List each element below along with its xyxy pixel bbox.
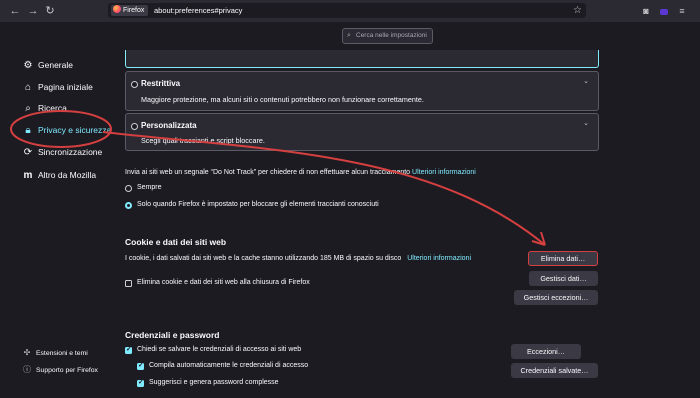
- firefox-logo-icon: [113, 5, 121, 13]
- sidebar-item-mozilla[interactable]: m Altro da Mozilla: [22, 168, 97, 182]
- cookies-usage-text: I cookie, i dati salvati dai siti web e …: [125, 255, 402, 262]
- identity-box[interactable]: Firefox: [111, 5, 149, 16]
- custom-title: Personalizzata: [141, 121, 197, 130]
- sidebar-item-label: Privacy e sicurezza: [38, 125, 112, 135]
- saved-logins-button[interactable]: Credenziali salvate…: [511, 363, 598, 378]
- strict-title: Restrittiva: [141, 79, 181, 88]
- sidebar-item-search[interactable]: ⌕ Ricerca: [22, 101, 67, 115]
- manage-exceptions-button[interactable]: Gestisci eccezioni…: [514, 290, 598, 305]
- ask-save-label: Chiedi se salvare le credenziali di acce…: [137, 346, 302, 353]
- autofill-label: Compila automaticamente le credenziali d…: [149, 362, 309, 369]
- search-icon: ⌕: [25, 103, 31, 114]
- sync-icon: ⟳: [23, 147, 33, 158]
- logins-heading: Credenziali e password: [125, 330, 220, 340]
- arrow-right-icon[interactable]: →: [26, 4, 40, 18]
- sidebar-footer-extensions[interactable]: ✣ Estensioni e temi: [22, 347, 88, 359]
- sidebar-item-home[interactable]: ⌂ Pagina iniziale: [22, 80, 93, 94]
- sidebar-footer-support[interactable]: ⓘ Supporto per Firefox: [22, 364, 98, 376]
- lock-icon: 🔒︎: [25, 125, 31, 136]
- strict-description: Maggiore protezione, ma alcuni siti o co…: [141, 95, 424, 104]
- dnt-description: Invia ai siti web un segnale “Do Not Tra…: [125, 169, 476, 176]
- suggest-password-checkbox[interactable]: [137, 378, 144, 387]
- account-icon[interactable]: [659, 4, 669, 18]
- suggest-password-label: Suggerisci e genera password complesse: [149, 379, 279, 386]
- cookies-heading: Cookie e dati dei siti web: [125, 237, 227, 247]
- dnt-always-radio[interactable]: [125, 185, 132, 192]
- custom-radio[interactable]: [131, 123, 138, 130]
- gear-icon: ⚙: [23, 60, 33, 71]
- manage-data-button[interactable]: Gestisci dati…: [529, 271, 598, 286]
- sidebar-item-label: Altro da Mozilla: [38, 170, 97, 180]
- clear-data-button[interactable]: Elimina dati…: [528, 251, 598, 266]
- sidebar-item-label: Sincronizzazione: [38, 147, 103, 157]
- identity-label: Firefox: [123, 7, 145, 14]
- dnt-only-radio[interactable]: [125, 202, 132, 209]
- home-icon: ⌂: [24, 82, 32, 93]
- strict-radio[interactable]: [131, 81, 138, 88]
- search-icon: ⌕: [347, 32, 351, 39]
- sidebar-item-general[interactable]: ⚙ Generale: [22, 58, 73, 72]
- search-input[interactable]: ⌕ Cerca nelle impostazioni: [342, 28, 433, 44]
- autofill-checkbox[interactable]: [137, 361, 144, 370]
- url-bar[interactable]: Firefox about:preferences#privacy ☆: [108, 3, 586, 18]
- arrow-left-icon[interactable]: ←: [8, 4, 22, 18]
- sidebar-item-label: Generale: [38, 60, 73, 70]
- dnt-learn-more-link[interactable]: Ulteriori informazioni: [412, 169, 476, 176]
- strict-option-card[interactable]: Restrittiva Maggiore protezione, ma alcu…: [125, 71, 599, 111]
- standard-option-card[interactable]: [125, 50, 599, 68]
- chevron-down-icon[interactable]: ⌄: [583, 119, 589, 127]
- ask-save-checkbox[interactable]: [125, 345, 132, 354]
- browser-toolbar: ← → ↻ Firefox about:preferences#privacy …: [0, 0, 700, 22]
- pocket-icon[interactable]: ◙: [640, 4, 652, 18]
- custom-description: Scegli quali traccianti e script bloccar…: [141, 136, 265, 145]
- delete-on-close-checkbox[interactable]: [125, 280, 132, 287]
- dnt-text: Invia ai siti web un segnale “Do Not Tra…: [125, 169, 411, 176]
- exceptions-button[interactable]: Eccezioni…: [511, 344, 581, 359]
- annotation-arrow-head: [531, 231, 546, 246]
- mozilla-m-icon: m: [23, 170, 33, 181]
- dnt-only-label: Solo quando Firefox è impostato per bloc…: [137, 201, 379, 208]
- sidebar-footer-label: Estensioni e temi: [36, 350, 88, 357]
- star-icon[interactable]: ☆: [573, 3, 582, 18]
- url-text[interactable]: about:preferences#privacy: [154, 3, 242, 18]
- cookies-learn-more-link[interactable]: Ulteriori informazioni: [407, 255, 471, 262]
- cookies-usage: I cookie, i dati salvati dai siti web e …: [125, 255, 471, 262]
- help-icon: ⓘ: [23, 365, 31, 374]
- sidebar-item-sync[interactable]: ⟳ Sincronizzazione: [22, 145, 102, 159]
- sidebar-item-privacy[interactable]: 🔒︎ Privacy e sicurezza: [22, 123, 111, 137]
- custom-option-card[interactable]: Personalizzata Scegli quali traccianti e…: [125, 113, 599, 151]
- sidebar-item-label: Pagina iniziale: [38, 82, 93, 92]
- sidebar-footer-label: Supporto per Firefox: [36, 367, 98, 374]
- chevron-down-icon[interactable]: ⌄: [583, 77, 589, 85]
- hamburger-menu-icon[interactable]: ≡: [676, 4, 688, 18]
- search-placeholder: Cerca nelle impostazioni: [356, 32, 427, 39]
- reload-icon[interactable]: ↻: [43, 4, 57, 18]
- sidebar-item-label: Ricerca: [38, 103, 67, 113]
- delete-on-close-label: Elimina cookie e dati dei siti web alla …: [137, 279, 310, 286]
- dnt-always-label: Sempre: [137, 184, 162, 191]
- puzzle-icon: ✣: [23, 348, 31, 357]
